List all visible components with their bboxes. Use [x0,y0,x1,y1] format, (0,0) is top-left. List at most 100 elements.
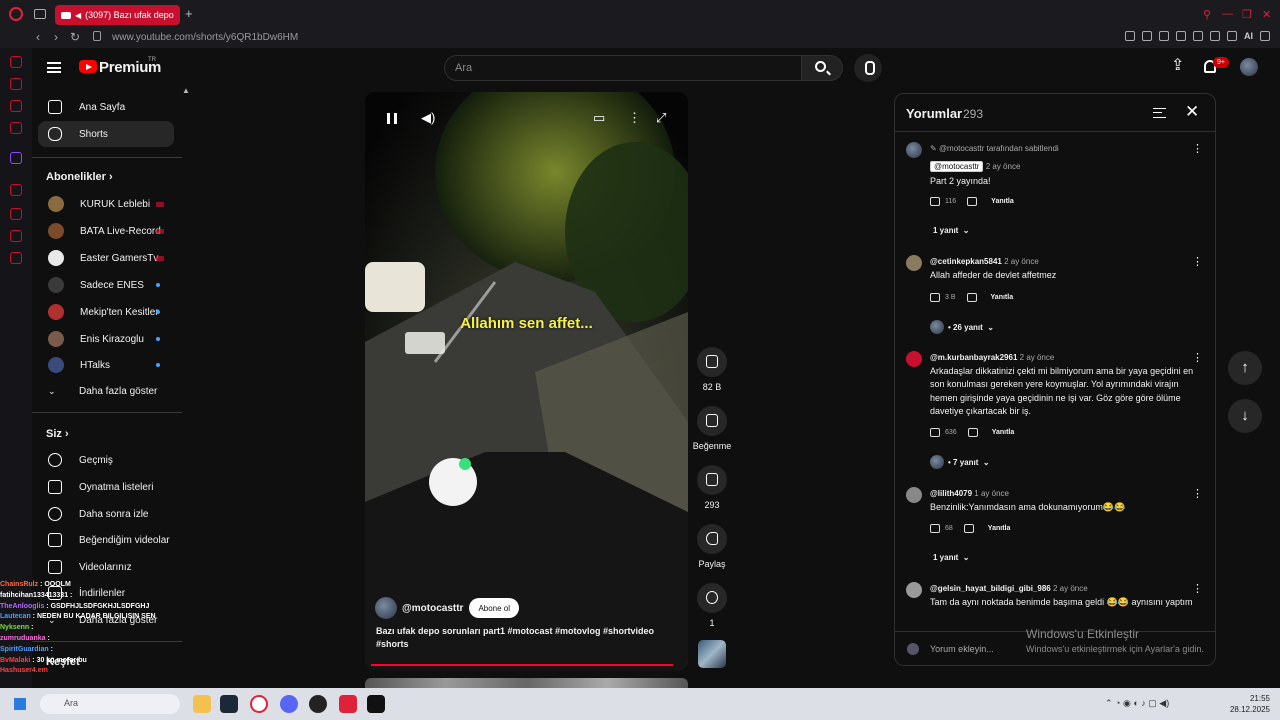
sound-thumbnail[interactable] [698,640,726,668]
captions-icon[interactable]: ▭ [593,110,605,126]
back-button[interactable]: ‹ [36,30,40,44]
sidebar-item-playlists[interactable]: Oynatma listeleri [38,474,174,500]
sort-icon[interactable] [1153,108,1166,118]
comment-avatar[interactable] [906,255,922,271]
sidebar-sub-item[interactable]: Sadece ENES [38,272,174,298]
search-input[interactable]: Ara [444,55,802,81]
share-button[interactable]: Paylaş [692,524,732,569]
player-icon[interactable] [1176,31,1186,41]
minimize-button[interactable]: — [1222,8,1233,20]
comment-time[interactable]: 2 ay önce [1004,257,1039,266]
comment-time[interactable]: 1 ay önce [974,489,1009,498]
taskbar-clock[interactable]: 21:55 28.12.2025 [1226,693,1270,715]
adblock-icon[interactable] [1159,31,1169,41]
comment-more-icon[interactable]: ⋮ [1192,255,1203,268]
comment-author[interactable]: @lilith4079 [930,489,972,498]
thumbs-up-icon[interactable] [930,524,940,533]
app-lightning-icon[interactable] [339,695,357,713]
comment-time[interactable]: 2 ay önce [986,162,1021,171]
comment-time[interactable]: 2 ay önce [1053,584,1088,593]
pause-button[interactable] [387,113,397,124]
thumbs-up-icon[interactable] [930,428,940,437]
download-icon[interactable] [1210,31,1220,41]
windows-start-icon[interactable] [14,698,26,710]
snapshot-icon[interactable] [1142,31,1152,41]
ai-button[interactable]: AI [1244,31,1253,41]
sidebar-item-home[interactable]: Ana Sayfa [38,94,174,120]
thumbs-down-icon[interactable] [963,524,974,533]
menu-icon[interactable] [1260,31,1270,41]
more-options-icon[interactable]: ⋮ [628,110,641,126]
tab-overview-icon[interactable] [34,9,46,19]
thumbs-down-icon[interactable] [967,197,978,206]
voice-search-button[interactable] [854,54,882,82]
active-tab[interactable]: ◀ (3097) Bazı ufak depo [55,5,180,25]
opera-history-icon[interactable] [10,56,22,68]
sidebar-sub-item[interactable]: BATA Live-Record [38,218,174,244]
sidebar-item-liked[interactable]: Beğendiğim videolar [38,527,174,553]
you-heading[interactable]: Siz › [46,428,69,440]
sidebar-item-watch-later[interactable]: Daha sonra izle [38,501,174,527]
thumbs-up-icon[interactable] [930,293,940,302]
fullscreen-icon[interactable]: ⤢ [656,110,666,126]
search-tabs-icon[interactable]: ⚲ [1203,8,1211,21]
channel-name[interactable]: @motocasttr [402,603,463,614]
file-explorer-icon[interactable] [193,695,211,713]
twitch-icon[interactable] [10,152,22,164]
discord-icon[interactable] [280,695,298,713]
show-more-subscriptions[interactable]: ⌄ Daha fazla göster [38,378,174,404]
sidebar-sub-item[interactable]: Enis Kirazoglu [38,326,174,352]
add-comment-input[interactable]: Yorum ekleyin... [930,644,994,654]
comment-more-icon[interactable]: ⋮ [1192,142,1203,155]
subscribe-button[interactable]: Abone ol [469,598,520,618]
reply-button[interactable]: Yanıtla [988,525,1011,532]
opera-settings-icon[interactable] [10,252,22,264]
sidebar-sub-item[interactable]: Easter GamersTv [38,245,174,271]
app-x-icon[interactable] [367,695,385,713]
opera-news-icon[interactable] [10,122,22,134]
heart-icon[interactable] [1193,31,1203,41]
upload-icon[interactable]: ⇪ [1171,58,1185,75]
youtube-logo-icon[interactable] [79,60,97,73]
previous-short-button[interactable]: ↑ [1228,351,1262,385]
comment-author[interactable]: @cetinkepkan5841 [930,257,1002,266]
channel-avatar[interactable] [375,597,397,619]
close-window-button[interactable]: ✕ [1262,8,1271,21]
remix-button[interactable]: 1 [692,583,732,628]
new-tab-button[interactable]: + [185,6,193,21]
sidebar-scroll-up-icon[interactable]: ▲ [182,86,190,95]
bookmark-icon[interactable] [1125,31,1135,41]
hamburger-menu-icon[interactable] [47,62,61,73]
tab-speaker-icon[interactable]: ◀ [75,11,81,20]
opera-player-icon[interactable] [10,184,22,196]
comment-author[interactable]: @m.kurbanbayrak2961 [930,353,1017,362]
system-tray[interactable]: ⌃ ◔ ◉ ◐ ♪ ▢ ◀) [1105,698,1169,709]
replies-toggle[interactable]: 1 yanıt ⌄ [933,553,970,562]
comment-avatar[interactable] [906,351,922,367]
reply-button[interactable]: Yanıtla [991,198,1014,205]
sidebar-item-shorts[interactable]: Shorts [38,121,174,147]
comment-avatar[interactable] [906,142,922,158]
thumbs-down-icon[interactable] [967,428,978,437]
forward-button[interactable]: › [54,30,58,44]
sidebar-sub-item[interactable]: HTalks [38,352,174,378]
thumbs-up-icon[interactable] [930,197,940,206]
sidebar-sub-item[interactable]: Mekip'ten Kesitler [38,299,174,325]
opera-cube-icon[interactable] [10,230,22,242]
comments-button[interactable]: 293 [692,465,732,510]
thumbs-down-icon[interactable] [966,293,977,302]
reload-button[interactable]: ↻ [70,30,80,44]
comment-avatar[interactable] [906,582,922,598]
maximize-button[interactable]: ❐ [1242,8,1252,21]
replies-toggle[interactable]: • 26 yanıt ⌄ [930,320,994,334]
comment-avatar[interactable] [906,487,922,503]
replies-toggle[interactable]: 1 yanıt ⌄ [933,226,970,235]
wallet-icon[interactable] [1227,31,1237,41]
sidebar-sub-item[interactable]: KURUK Leblebi [38,191,174,217]
opera-clock-icon[interactable] [10,208,22,220]
close-icon[interactable]: ✕ [1185,102,1199,122]
like-button[interactable]: 82 B [692,347,732,392]
progress-bar[interactable] [371,664,673,666]
opera-chat-icon[interactable] [10,100,22,112]
url-field[interactable]: www.youtube.com/shorts/y6QR1bDw6HM [112,32,298,43]
